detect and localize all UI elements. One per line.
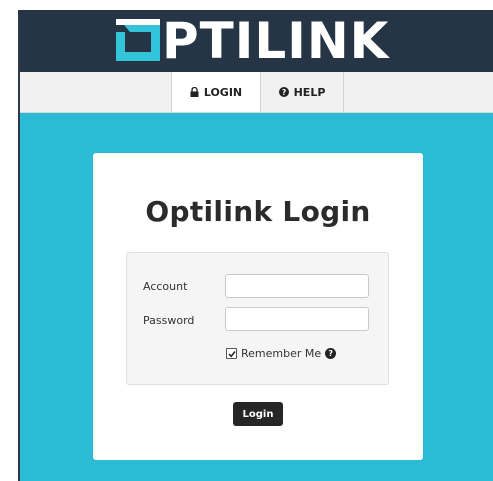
- login-button[interactable]: Login: [233, 402, 283, 426]
- tab-help[interactable]: ? HELP: [261, 72, 344, 112]
- page-title: Optilink Login: [145, 195, 371, 228]
- password-label: Password: [143, 314, 195, 327]
- optilink-o-logo-icon: [116, 19, 160, 63]
- account-input[interactable]: [225, 274, 369, 298]
- login-form: Account Password Remember Me ?: [126, 252, 389, 385]
- tab-login-label: LOGIN: [203, 85, 243, 99]
- question-circle-icon[interactable]: ?: [325, 348, 337, 359]
- checkmark-icon: [227, 350, 236, 357]
- tab-help-label: HELP: [293, 85, 326, 99]
- question-circle-icon: ?: [278, 87, 289, 97]
- remember-me-label[interactable]: Remember Me: [241, 347, 321, 360]
- lock-icon: [190, 87, 199, 97]
- remember-me-row: Remember Me ?: [226, 347, 337, 360]
- app-window: PTILINK LOGIN ? HELP Optilink Login Acco…: [18, 10, 493, 481]
- remember-me-checkbox[interactable]: [226, 348, 237, 359]
- logo[interactable]: PTILINK: [116, 16, 389, 66]
- account-label: Account: [143, 280, 188, 293]
- top-nav: LOGIN ? HELP: [18, 72, 493, 113]
- header: PTILINK: [18, 10, 493, 72]
- login-card: Optilink Login Account Password Remember…: [93, 153, 423, 460]
- svg-text:?: ?: [281, 88, 285, 97]
- logo-text: PTILINK: [162, 12, 390, 70]
- window-left-border: [18, 10, 20, 481]
- tab-login[interactable]: LOGIN: [171, 72, 261, 112]
- password-input[interactable]: [225, 307, 369, 331]
